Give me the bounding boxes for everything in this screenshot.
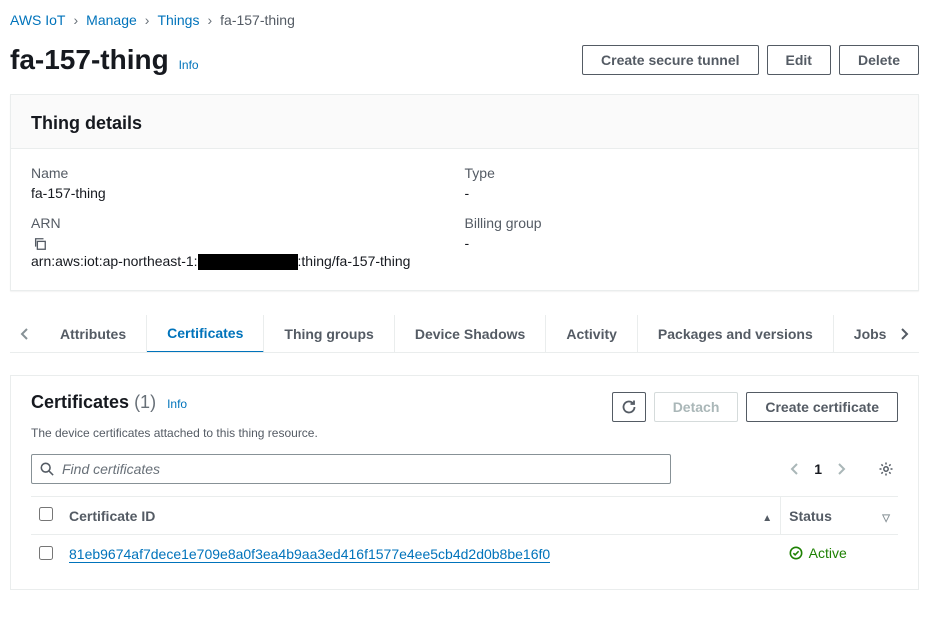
copy-icon — [33, 237, 47, 251]
tab-device-shadows[interactable]: Device Shadows — [395, 315, 547, 352]
select-all-checkbox[interactable] — [39, 507, 53, 521]
arn-value: arn:aws:iot:ap-northeast-1::thing/fa-157… — [31, 253, 465, 270]
prev-page-button[interactable] — [786, 458, 804, 480]
chevron-right-icon — [899, 327, 909, 341]
page-title: fa-157-thing — [10, 44, 169, 75]
breadcrumb: AWS IoT › Manage › Things › fa-157-thing — [10, 8, 919, 36]
delete-button[interactable]: Delete — [839, 45, 919, 75]
create-tunnel-button[interactable]: Create secure tunnel — [582, 45, 759, 75]
breadcrumb-root[interactable]: AWS IoT — [10, 12, 66, 28]
breadcrumb-manage[interactable]: Manage — [86, 12, 137, 28]
tabs-scroll-left[interactable] — [10, 321, 40, 347]
thing-details-panel: Thing details Name fa-157-thing ARN arn:… — [10, 94, 919, 291]
chevron-right-icon: › — [74, 12, 79, 28]
tabs-scroll-right[interactable] — [889, 321, 919, 347]
name-label: Name — [31, 165, 465, 181]
tab-thing-groups[interactable]: Thing groups — [264, 315, 394, 352]
create-certificate-button[interactable]: Create certificate — [746, 392, 898, 422]
search-icon — [40, 462, 54, 476]
redacted-account — [198, 254, 298, 270]
edit-button[interactable]: Edit — [767, 45, 831, 75]
page-number: 1 — [814, 461, 822, 477]
detach-button[interactable]: Detach — [654, 392, 739, 422]
paginator: 1 — [786, 458, 850, 480]
name-value: fa-157-thing — [31, 185, 465, 201]
chevron-left-icon — [20, 327, 30, 341]
row-checkbox[interactable] — [39, 546, 53, 560]
tab-attributes[interactable]: Attributes — [40, 315, 147, 352]
chevron-left-icon — [790, 462, 800, 476]
chevron-right-icon: › — [207, 12, 212, 28]
gear-icon — [878, 461, 894, 477]
arn-label: ARN — [31, 215, 465, 231]
search-box[interactable] — [31, 454, 671, 484]
certificates-description: The device certificates attached to this… — [31, 426, 898, 440]
sort-icon: ▽ — [882, 513, 890, 524]
panel-header: Thing details — [11, 95, 918, 149]
page-header: fa-157-thing Info Create secure tunnel E… — [10, 36, 919, 94]
column-certificate-id[interactable]: Certificate ID — [61, 497, 748, 535]
certificates-table: Certificate ID ▲ Status ▽ 81eb9674af7dec… — [31, 496, 898, 573]
tab-activity[interactable]: Activity — [546, 315, 638, 352]
certificates-title: Certificates (1) — [31, 392, 161, 412]
column-status[interactable]: Status — [781, 497, 869, 535]
next-page-button[interactable] — [832, 458, 850, 480]
info-link[interactable]: Info — [179, 58, 199, 72]
refresh-button[interactable] — [612, 392, 646, 422]
status-badge: Active — [789, 545, 847, 561]
type-value: - — [465, 185, 899, 201]
tab-certificates[interactable]: Certificates — [147, 315, 264, 352]
certificate-id-link[interactable]: 81eb9674af7dece1e709e8a0f3ea4b9aa3ed416f… — [69, 546, 550, 563]
sort-asc-icon: ▲ — [762, 513, 772, 524]
copy-arn-button[interactable] — [31, 235, 49, 253]
tabs: Attributes Certificates Thing groups Dev… — [10, 315, 919, 353]
table-settings-button[interactable] — [874, 457, 898, 481]
billing-group-label: Billing group — [465, 215, 899, 231]
search-input[interactable] — [62, 461, 662, 477]
certificates-section: Certificates (1) Info Detach Create cert… — [10, 375, 919, 590]
table-row: 81eb9674af7dece1e709e8a0f3ea4b9aa3ed416f… — [31, 535, 898, 574]
billing-group-value: - — [465, 235, 899, 251]
panel-title: Thing details — [31, 113, 898, 134]
status-ok-icon — [789, 546, 803, 560]
chevron-right-icon: › — [145, 12, 150, 28]
breadcrumb-current: fa-157-thing — [220, 12, 295, 28]
certificates-info-link[interactable]: Info — [167, 397, 187, 411]
type-label: Type — [465, 165, 899, 181]
chevron-right-icon — [836, 462, 846, 476]
tab-packages-versions[interactable]: Packages and versions — [638, 315, 834, 352]
refresh-icon — [621, 399, 637, 415]
tab-jobs[interactable]: Jobs — [834, 315, 889, 352]
breadcrumb-things[interactable]: Things — [157, 12, 199, 28]
header-actions: Create secure tunnel Edit Delete — [582, 45, 919, 75]
